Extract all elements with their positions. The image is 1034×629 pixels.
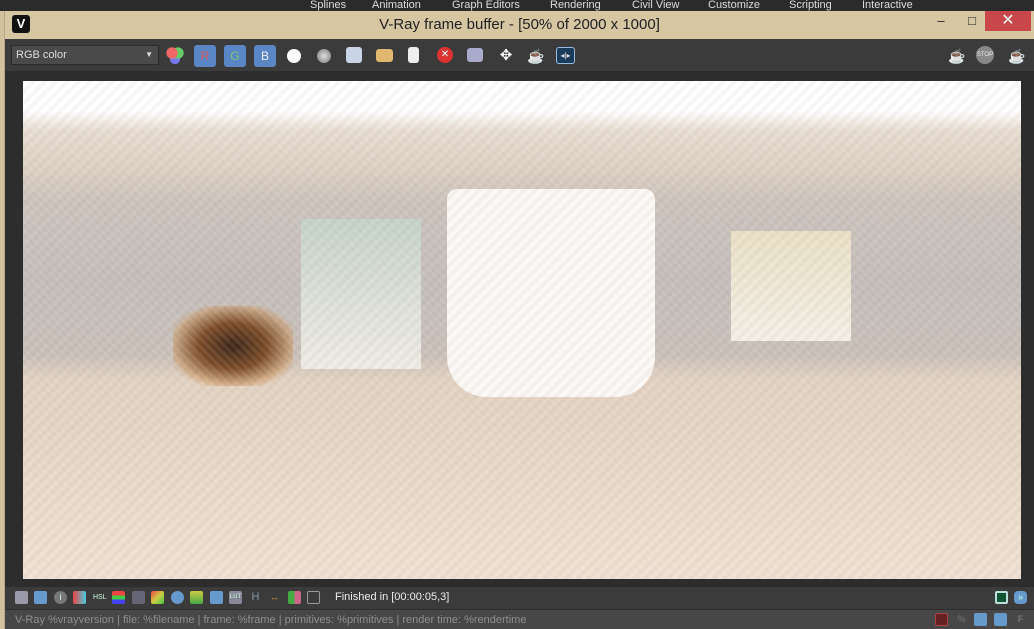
menu-customize: Customize [708, 0, 760, 11]
stamp-toggle-icon[interactable] [935, 613, 948, 626]
render-noise [23, 81, 1021, 579]
levels-icon[interactable] [112, 591, 125, 604]
title-bar: V V-Ray frame buffer - [50% of 2000 x 10… [5, 11, 1034, 37]
close-button[interactable]: ✕ [985, 11, 1031, 31]
mono-icon[interactable] [317, 49, 331, 63]
duplicate-vfb-icon[interactable] [467, 48, 483, 62]
stamp-text[interactable]: V-Ray %vrayversion | file: %filename | f… [15, 614, 526, 626]
render-status: Finished in [00:00:05,3] [335, 591, 450, 603]
white-alpha-icon[interactable] [287, 49, 301, 63]
rendered-image[interactable] [23, 81, 1021, 579]
image-area [5, 71, 1034, 587]
color-channels-icon[interactable] [165, 46, 185, 66]
stop-icon[interactable]: STOP [976, 46, 994, 64]
lut-icon[interactable]: LUT [229, 591, 242, 604]
background-app-menu: Splines Animation Graph Editors Renderin… [0, 0, 1034, 11]
window-title: V-Ray frame buffer - [50% of 2000 x 1000… [379, 16, 660, 33]
top-toolbar: RGB color ▼ R G B ✕ ✥ ☕ ◂|▸ ☕ STOP ☕ [5, 39, 1034, 71]
chevron-down-icon: ▼ [145, 50, 153, 59]
info-stamp-bar: V-Ray %vrayversion | file: %filename | f… [5, 609, 1034, 629]
stereo-icon[interactable] [288, 591, 301, 604]
menu-scripting: Scripting [789, 0, 832, 11]
open-folder-icon[interactable] [376, 49, 393, 62]
bottom-toolbar: i HSL LUT H ↔ Finished in [00:00:05,3] » [5, 587, 1034, 609]
track-mouse-icon[interactable]: ✥ [496, 46, 516, 66]
blue-channel-button[interactable]: B [254, 45, 276, 67]
stamp-font-icon[interactable] [974, 613, 987, 626]
pixel-icon[interactable] [307, 591, 320, 604]
menu-civil-view: Civil View [632, 0, 680, 11]
histogram-icon[interactable] [132, 591, 145, 604]
menu-graph-editors: Graph Editors [452, 0, 520, 11]
minimize-button[interactable]: – [926, 11, 956, 31]
channel-select[interactable]: RGB color ▼ [11, 45, 159, 65]
lens-effects-icon[interactable] [210, 591, 223, 604]
curves-icon[interactable] [151, 591, 164, 604]
clipboard-icon[interactable] [408, 47, 419, 63]
hsl-icon[interactable]: HSL [93, 591, 107, 604]
percent-icon[interactable]: % [955, 613, 968, 626]
f-icon[interactable]: F [1014, 613, 1027, 626]
exposure-icon[interactable] [171, 591, 184, 604]
h-icon[interactable]: H [249, 591, 262, 604]
stamp-align-icon[interactable] [994, 613, 1007, 626]
info-icon[interactable]: i [54, 591, 67, 604]
channel-value: RGB color [16, 49, 67, 61]
fit-width-icon[interactable]: ↔ [268, 591, 281, 604]
render-region-teapot-icon[interactable]: ☕ [526, 46, 546, 66]
color-correction-icon[interactable] [73, 591, 86, 604]
compare-icon[interactable]: ◂|▸ [556, 47, 575, 64]
red-channel-button[interactable]: R [194, 45, 216, 67]
menu-splines: Splines [310, 0, 347, 11]
menu-animation: Animation [372, 0, 421, 11]
green-channel-button[interactable]: G [224, 45, 246, 67]
layers-icon[interactable] [34, 591, 47, 604]
clear-image-icon[interactable]: ✕ [437, 47, 453, 63]
expand-panel-icon[interactable]: » [1014, 591, 1027, 604]
menu-rendering: Rendering [550, 0, 601, 11]
interactive-teapot-icon[interactable]: ☕ [1007, 46, 1027, 66]
render-teapot-icon[interactable]: ☕ [947, 46, 967, 66]
background-image-icon[interactable] [190, 591, 203, 604]
menu-interactive: Interactive [862, 0, 913, 11]
vfb-window: V V-Ray frame buffer - [50% of 2000 x 10… [4, 11, 1034, 629]
show-corrections-icon[interactable] [995, 591, 1008, 604]
maximize-button[interactable]: □ [957, 11, 987, 31]
save-icon[interactable] [346, 47, 362, 63]
history-icon[interactable] [15, 591, 28, 604]
